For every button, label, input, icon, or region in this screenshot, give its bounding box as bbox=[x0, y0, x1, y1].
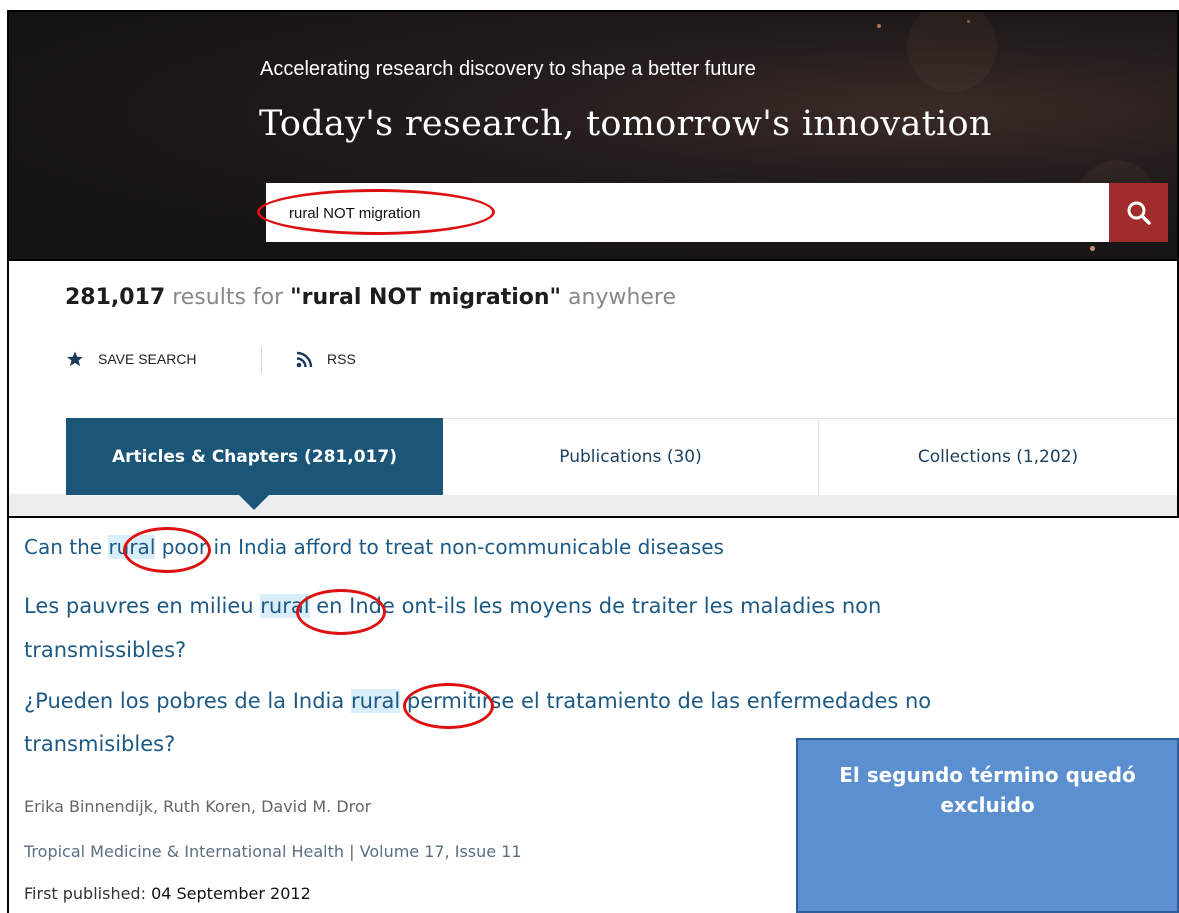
results-count: 281,017 bbox=[65, 285, 166, 310]
annotation-note: El segundo término quedó excluido bbox=[796, 738, 1179, 913]
title-fr-post: en Inde ont-ils les moyens de traiter le… bbox=[309, 594, 882, 618]
bokeh-dot bbox=[877, 24, 881, 28]
highlight-rural: rural bbox=[108, 535, 156, 559]
title-es-pre: ¿Pueden los pobres de la India bbox=[24, 689, 351, 713]
tab-publications[interactable]: Publications (30) bbox=[443, 418, 819, 495]
results-scope: anywhere bbox=[568, 285, 677, 310]
title-en-post: poor in India afford to treat non-commun… bbox=[155, 535, 724, 559]
bokeh-dot bbox=[967, 20, 970, 23]
hero-title: Today's research, tomorrow's innovation bbox=[259, 104, 992, 144]
hero-tagline: Accelerating research discovery to shape… bbox=[260, 58, 756, 80]
article-published: First published: 04 September 2012 bbox=[24, 884, 311, 903]
published-date: 04 September 2012 bbox=[151, 884, 311, 903]
journal-name[interactable]: Tropical Medicine & International Health bbox=[24, 842, 344, 861]
separator: | bbox=[349, 842, 355, 861]
tab-articles-chapters[interactable]: Articles & Chapters (281,017) bbox=[66, 418, 443, 495]
article-journal-line: Tropical Medicine & International Health… bbox=[24, 842, 522, 861]
title-en-pre: Can the bbox=[24, 535, 109, 559]
article-title-es-cont[interactable]: transmisibles? bbox=[24, 732, 175, 756]
highlight-rural: rural bbox=[260, 594, 310, 618]
results-text: results for bbox=[172, 285, 284, 310]
bokeh-dot bbox=[907, 10, 997, 92]
rss-label: RSS bbox=[327, 351, 356, 367]
tab-band bbox=[9, 494, 1177, 516]
article-title-en[interactable]: Can the rural poor in India afford to tr… bbox=[24, 535, 724, 559]
tab-collections[interactable]: Collections (1,202) bbox=[819, 418, 1177, 495]
article-authors[interactable]: Erika Binnendijk, Ruth Koren, David M. D… bbox=[24, 797, 371, 816]
results-query: "rural NOT migration" bbox=[290, 285, 562, 310]
rss-icon bbox=[296, 351, 313, 368]
search-button[interactable] bbox=[1109, 183, 1168, 242]
star-icon bbox=[67, 351, 83, 367]
save-search-label: SAVE SEARCH bbox=[98, 351, 197, 367]
title-es-post: permitirse el tratamiento de las enferme… bbox=[400, 689, 932, 713]
toolbar-divider bbox=[261, 347, 262, 373]
highlight-rural: rural bbox=[350, 689, 401, 713]
published-label: First published: bbox=[24, 884, 146, 903]
search-input[interactable] bbox=[289, 200, 889, 226]
journal-volume[interactable]: Volume 17, Issue 11 bbox=[360, 842, 522, 861]
save-search-button[interactable]: SAVE SEARCH bbox=[66, 350, 197, 368]
title-fr-pre: Les pauvres en milieu bbox=[24, 594, 261, 618]
rss-button[interactable]: RSS bbox=[296, 350, 356, 368]
bokeh-dot bbox=[1090, 246, 1095, 251]
article-title-es[interactable]: ¿Pueden los pobres de la India rural per… bbox=[24, 689, 931, 713]
magnifier-icon bbox=[1127, 201, 1151, 225]
article-title-fr-cont[interactable]: transmissibles? bbox=[24, 638, 186, 662]
results-summary: 281,017 results for "rural NOT migration… bbox=[65, 285, 676, 310]
article-title-fr[interactable]: Les pauvres en milieu rural en Inde ont-… bbox=[24, 594, 881, 618]
active-tab-pointer bbox=[238, 494, 270, 510]
